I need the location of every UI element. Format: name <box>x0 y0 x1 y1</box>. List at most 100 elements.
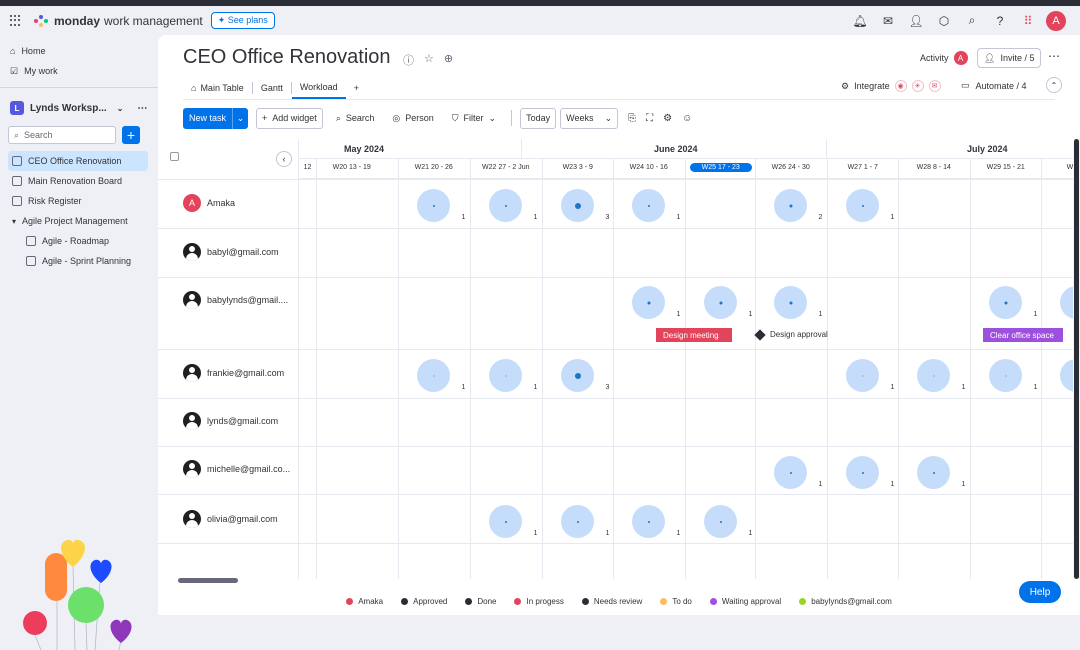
horizontal-scrollbar[interactable] <box>178 578 238 583</box>
board-title[interactable]: CEO Office Renovation <box>183 46 391 69</box>
collapse-left-button[interactable]: ‹ <box>276 151 292 167</box>
legend-label: Amaka <box>358 597 384 606</box>
legend-label: Done <box>477 597 497 606</box>
user-avatar[interactable]: A <box>1046 10 1066 31</box>
tab-workload[interactable]: Workload <box>291 77 346 99</box>
add-view-button[interactable]: + <box>346 77 367 99</box>
workload-count: 1 <box>676 214 681 221</box>
sidebar-board-item[interactable]: Agile - Sprint Planning <box>8 251 148 271</box>
person-row-label[interactable]: babylynds@gmail.... <box>183 291 288 309</box>
task-bar[interactable]: Clear office space <box>983 328 1063 342</box>
tab-main-table[interactable]: ⌂ Main Table <box>183 77 252 99</box>
caret-down-icon[interactable]: ▾ <box>12 217 16 226</box>
new-task-button[interactable]: New task ⌄ <box>183 107 249 129</box>
workload-bubble[interactable] <box>489 359 523 392</box>
workload-bubble[interactable] <box>989 286 1023 319</box>
workload-bubble[interactable] <box>846 189 880 222</box>
workload-count: 1 <box>748 311 753 318</box>
invite-button[interactable]: 👤︎ Invite / 5 <box>977 48 1042 68</box>
tab-gantt[interactable]: Gantt <box>253 77 291 99</box>
sidebar-item-my-work[interactable]: ☑ My work <box>0 61 158 81</box>
today-button[interactable]: Today <box>520 107 557 129</box>
workload-bubble[interactable] <box>417 189 451 222</box>
add-widget-button[interactable]: + Add widget <box>256 107 323 129</box>
search-icon[interactable]: ⌕ <box>958 6 986 35</box>
time-scale-select[interactable]: Weeks ⌄ <box>560 107 619 129</box>
collapse-header-button[interactable]: ⌃ <box>1046 77 1062 93</box>
person-row-label[interactable]: olivia@gmail.com <box>183 510 278 528</box>
legend-swatch <box>346 598 354 605</box>
sidebar-board-label: CEO Office Renovation <box>28 156 122 166</box>
sidebar-board-item[interactable]: Risk Register <box>8 191 148 211</box>
board-title-actions: ⓘ ☆ ⊕ <box>403 52 453 68</box>
sidebar-board-item[interactable]: Main Renovation Board <box>8 171 148 191</box>
search-button[interactable]: ⌕ Search <box>331 108 380 129</box>
workload-bubble[interactable] <box>561 359 595 392</box>
board-more-icon[interactable]: ⋯ <box>1048 49 1060 63</box>
workload-bubble[interactable] <box>561 505 595 538</box>
invite-members-icon[interactable]: 👤︎ <box>902 6 930 35</box>
updates-icon[interactable]: ⊕ <box>444 52 453 68</box>
more-icon[interactable]: ⋯ <box>137 103 147 114</box>
see-plans-button[interactable]: ✦ See plans <box>210 12 275 29</box>
workload-bubble[interactable] <box>489 505 523 538</box>
activity-button[interactable]: Activity A <box>920 51 968 65</box>
workload-bubble[interactable] <box>774 456 808 489</box>
apps-icon[interactable]: ⬡ <box>930 6 958 35</box>
column-settings-icon[interactable] <box>170 152 179 161</box>
inbox-icon[interactable]: ✉︎ <box>874 6 902 35</box>
week-label: W25 17 - 23 <box>690 163 752 172</box>
help-icon[interactable]: ? <box>986 6 1014 35</box>
export-icon[interactable]: ⎘ <box>628 113 636 124</box>
workload-bubble[interactable] <box>417 359 451 392</box>
person-row-label[interactable]: A Amaka <box>183 194 235 212</box>
legend-swatch <box>401 598 409 605</box>
bell-icon[interactable]: 🔔︎ <box>846 6 874 35</box>
apps-grid-icon[interactable] <box>10 14 22 27</box>
person-row-label[interactable]: frankie@gmail.com <box>183 364 284 382</box>
workload-bubble[interactable] <box>704 505 738 538</box>
legend-item: Waiting approval <box>709 597 781 606</box>
sidebar-item-home[interactable]: ⌂ Home <box>0 41 158 61</box>
milestone-diamond[interactable] <box>754 329 766 341</box>
workload-bubble[interactable] <box>561 189 595 222</box>
workload-bubble[interactable] <box>632 286 666 319</box>
workload-bubble[interactable] <box>846 359 880 392</box>
info-icon[interactable]: ⓘ <box>403 52 414 68</box>
workload-bubble[interactable] <box>632 505 666 538</box>
star-icon[interactable]: ☆ <box>424 52 434 68</box>
sidebar-search-input[interactable]: ⌕ Search <box>8 126 116 144</box>
person-row-label[interactable]: michelle@gmail.co... <box>183 460 290 478</box>
monday-mini-logo-icon[interactable]: ⠿ <box>1014 6 1042 35</box>
workload-bubble[interactable] <box>846 456 880 489</box>
workload-bubble[interactable] <box>917 359 951 392</box>
workspace-selector[interactable]: L Lynds Worksp... ⌄ ⋯ <box>10 98 148 118</box>
integrate-button[interactable]: ⚙︎ Integrate ◉ ✳ ✉ <box>841 80 941 92</box>
filter-button[interactable]: ⛉ Filter ⌄ <box>447 108 501 129</box>
brand-logo[interactable]: monday work management <box>34 14 203 28</box>
workload-bubble[interactable] <box>632 189 666 222</box>
settings-icon[interactable]: ⚙︎ <box>663 113 672 124</box>
workload-bubble[interactable] <box>989 359 1023 392</box>
add-board-button[interactable]: + <box>122 126 140 144</box>
widget-chat-icon[interactable]: ☺ <box>682 113 692 124</box>
sidebar-board-item[interactable]: ▾ Agile Project Management <box>8 211 148 231</box>
task-bar[interactable]: Design meeting <box>656 328 732 342</box>
workload-bubble[interactable] <box>774 189 808 222</box>
vertical-scrollbar[interactable] <box>1073 139 1080 579</box>
workload-bubble[interactable] <box>489 189 523 222</box>
sidebar-board-item[interactable]: CEO Office Renovation <box>8 151 148 171</box>
automate-button[interactable]: ▭ Automate / 4 <box>961 80 1027 91</box>
person-row-label[interactable]: babyl@gmail.com <box>183 243 279 261</box>
chevron-down-icon[interactable]: ⌄ <box>232 107 248 129</box>
help-button[interactable]: Help <box>1019 581 1061 603</box>
sidebar: ⌂ Home ☑ My work L Lynds Worksp... ⌄ ⋯ ⌕ Se… <box>0 35 158 650</box>
workload-bubble[interactable] <box>917 456 951 489</box>
person-row-label[interactable]: lynds@gmail.com <box>183 412 278 430</box>
workload-bubble[interactable] <box>704 286 738 319</box>
week-divider <box>827 159 828 579</box>
fullscreen-icon[interactable]: ⛶ <box>646 113 653 124</box>
sidebar-board-item[interactable]: Agile - Roadmap <box>8 231 148 251</box>
person-filter-button[interactable]: ◎ Person <box>387 108 438 129</box>
workload-bubble[interactable] <box>774 286 808 319</box>
